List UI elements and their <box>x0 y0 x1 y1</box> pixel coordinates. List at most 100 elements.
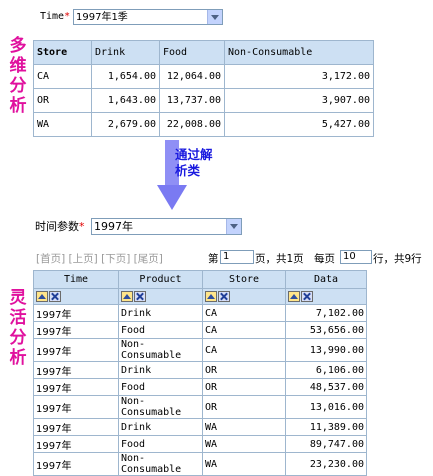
arrow-label: 通过解 析类 <box>175 147 213 179</box>
remove-icon[interactable] <box>134 290 146 302</box>
time-param-select[interactable]: 1997年 <box>91 218 242 235</box>
table-cell: 1997年 <box>33 435 119 453</box>
prev-page-link[interactable]: [上页] <box>69 253 98 265</box>
chevron-down-icon[interactable] <box>207 10 222 24</box>
side-label-char: 析 <box>9 348 27 368</box>
table-cell: WA <box>202 452 286 476</box>
table-cell: Non-Consumable <box>118 452 203 476</box>
side-label-olap: 多 维 分 析 <box>8 36 28 116</box>
per-page-input[interactable]: 10 <box>340 250 372 264</box>
table-cell: WA <box>202 435 286 453</box>
column-header-store: Store <box>33 40 92 65</box>
time-select[interactable]: 1997年1季 <box>73 9 223 25</box>
remove-icon[interactable] <box>218 290 230 302</box>
per-page-prefix: 每页 <box>314 253 335 265</box>
table-control-row <box>33 288 367 305</box>
table-cell: 13,990.00 <box>285 338 367 362</box>
table-cell: 1,654.00 <box>91 64 160 89</box>
time-param-select-value: 1997年 <box>94 220 133 233</box>
table-cell: 2,679.00 <box>91 112 160 137</box>
side-label-char: 析 <box>9 96 27 116</box>
table-cell: Food <box>118 378 203 396</box>
table-cell: 6,106.00 <box>285 361 367 379</box>
table-row: WA 2,679.00 22,008.00 5,427.00 <box>33 112 374 137</box>
table-row: 1997年 Drink CA 7,102.00 <box>33 304 367 322</box>
table-header-row: Time Product Store Data <box>33 270 367 289</box>
column-controls <box>285 288 367 305</box>
table-cell: 11,389.00 <box>285 418 367 436</box>
page-suffix: 页，共1页 <box>255 253 304 265</box>
table-cell: Non-Consumable <box>118 338 203 362</box>
column-header-non-consumable: Non-Consumable <box>224 40 374 65</box>
table-cell: 22,008.00 <box>159 112 225 137</box>
side-label-char: 活 <box>9 308 27 328</box>
remove-icon[interactable] <box>301 290 313 302</box>
table-row: 1997年 Non-Consumable WA 23,230.00 <box>33 452 367 476</box>
table-cell: 12,064.00 <box>159 64 225 89</box>
table-row: 1997年 Non-Consumable OR 13,016.00 <box>33 395 367 419</box>
required-mark: * <box>64 11 71 22</box>
table-cell: 3,907.00 <box>224 88 374 113</box>
table-cell: 23,230.00 <box>285 452 367 476</box>
column-header-food: Food <box>159 40 225 65</box>
table-cell: Food <box>118 321 203 339</box>
side-label-char: 维 <box>9 56 27 76</box>
drill-icon[interactable] <box>121 290 133 302</box>
remove-icon[interactable] <box>49 290 61 302</box>
table-row: OR 1,643.00 13,737.00 3,907.00 <box>33 88 374 113</box>
table-cell: 3,172.00 <box>224 64 374 89</box>
table-cell: Drink <box>118 304 203 322</box>
pager: [首页] [上页] [下页] [尾页] <box>36 251 163 266</box>
time-label-text: Time <box>40 11 65 22</box>
table-header-row: Store Drink Food Non-Consumable <box>33 40 374 65</box>
detail-table: Time Product Store Data 1997年 Drink CA 7,10… <box>33 270 367 476</box>
table-cell: OR <box>202 378 286 396</box>
table-cell: 1,643.00 <box>91 88 160 113</box>
table-cell: 1997年 <box>33 304 119 322</box>
table-row: CA 1,654.00 12,064.00 3,172.00 <box>33 64 374 89</box>
column-header-product[interactable]: Product <box>118 270 203 289</box>
table-cell: Drink <box>118 361 203 379</box>
table-row: 1997年 Non-Consumable CA 13,990.00 <box>33 338 367 362</box>
table-cell: OR <box>33 88 92 113</box>
last-page-link[interactable]: [尾页] <box>134 253 163 265</box>
drill-icon[interactable] <box>36 290 48 302</box>
column-header-data[interactable]: Data <box>285 270 367 289</box>
table-cell: WA <box>33 112 92 137</box>
side-label-char: 多 <box>9 36 27 56</box>
arrow-label-line: 析类 <box>175 163 201 178</box>
column-header-time[interactable]: Time <box>33 270 119 289</box>
table-cell: 1997年 <box>33 395 119 419</box>
table-row: 1997年 Food OR 48,537.00 <box>33 378 367 396</box>
chevron-down-icon[interactable] <box>226 219 241 234</box>
table-row: 1997年 Drink WA 11,389.00 <box>33 418 367 436</box>
time-param-label-text: 时间参数 <box>35 220 79 233</box>
time-select-value: 1997年1季 <box>76 12 128 23</box>
table-cell: CA <box>202 321 286 339</box>
drill-icon[interactable] <box>288 290 300 302</box>
side-label-char: 分 <box>9 76 27 96</box>
page-number-input[interactable]: 1 <box>220 250 254 264</box>
drill-icon[interactable] <box>205 290 217 302</box>
column-header-store[interactable]: Store <box>202 270 286 289</box>
arrow-down-icon <box>157 185 187 210</box>
next-page-link[interactable]: [下页] <box>101 253 130 265</box>
time-param-label: 时间参数* <box>35 218 85 234</box>
table-cell: 1997年 <box>33 378 119 396</box>
table-cell: Non-Consumable <box>118 395 203 419</box>
table-row: 1997年 Drink OR 6,106.00 <box>33 361 367 379</box>
table-cell: 1997年 <box>33 338 119 362</box>
table-row: 1997年 Food CA 53,656.00 <box>33 321 367 339</box>
table-row: 1997年 Food WA 89,747.00 <box>33 435 367 453</box>
column-controls <box>202 288 286 305</box>
table-cell: Food <box>118 435 203 453</box>
table-cell: 53,656.00 <box>285 321 367 339</box>
table-cell: 1997年 <box>33 361 119 379</box>
table-cell: 48,537.00 <box>285 378 367 396</box>
table-cell: CA <box>33 64 92 89</box>
table-cell: 1997年 <box>33 452 119 476</box>
first-page-link[interactable]: [首页] <box>36 253 65 265</box>
table-cell: 13,737.00 <box>159 88 225 113</box>
olap-table: Store Drink Food Non-Consumable CA 1,654… <box>33 40 374 137</box>
table-cell: 7,102.00 <box>285 304 367 322</box>
